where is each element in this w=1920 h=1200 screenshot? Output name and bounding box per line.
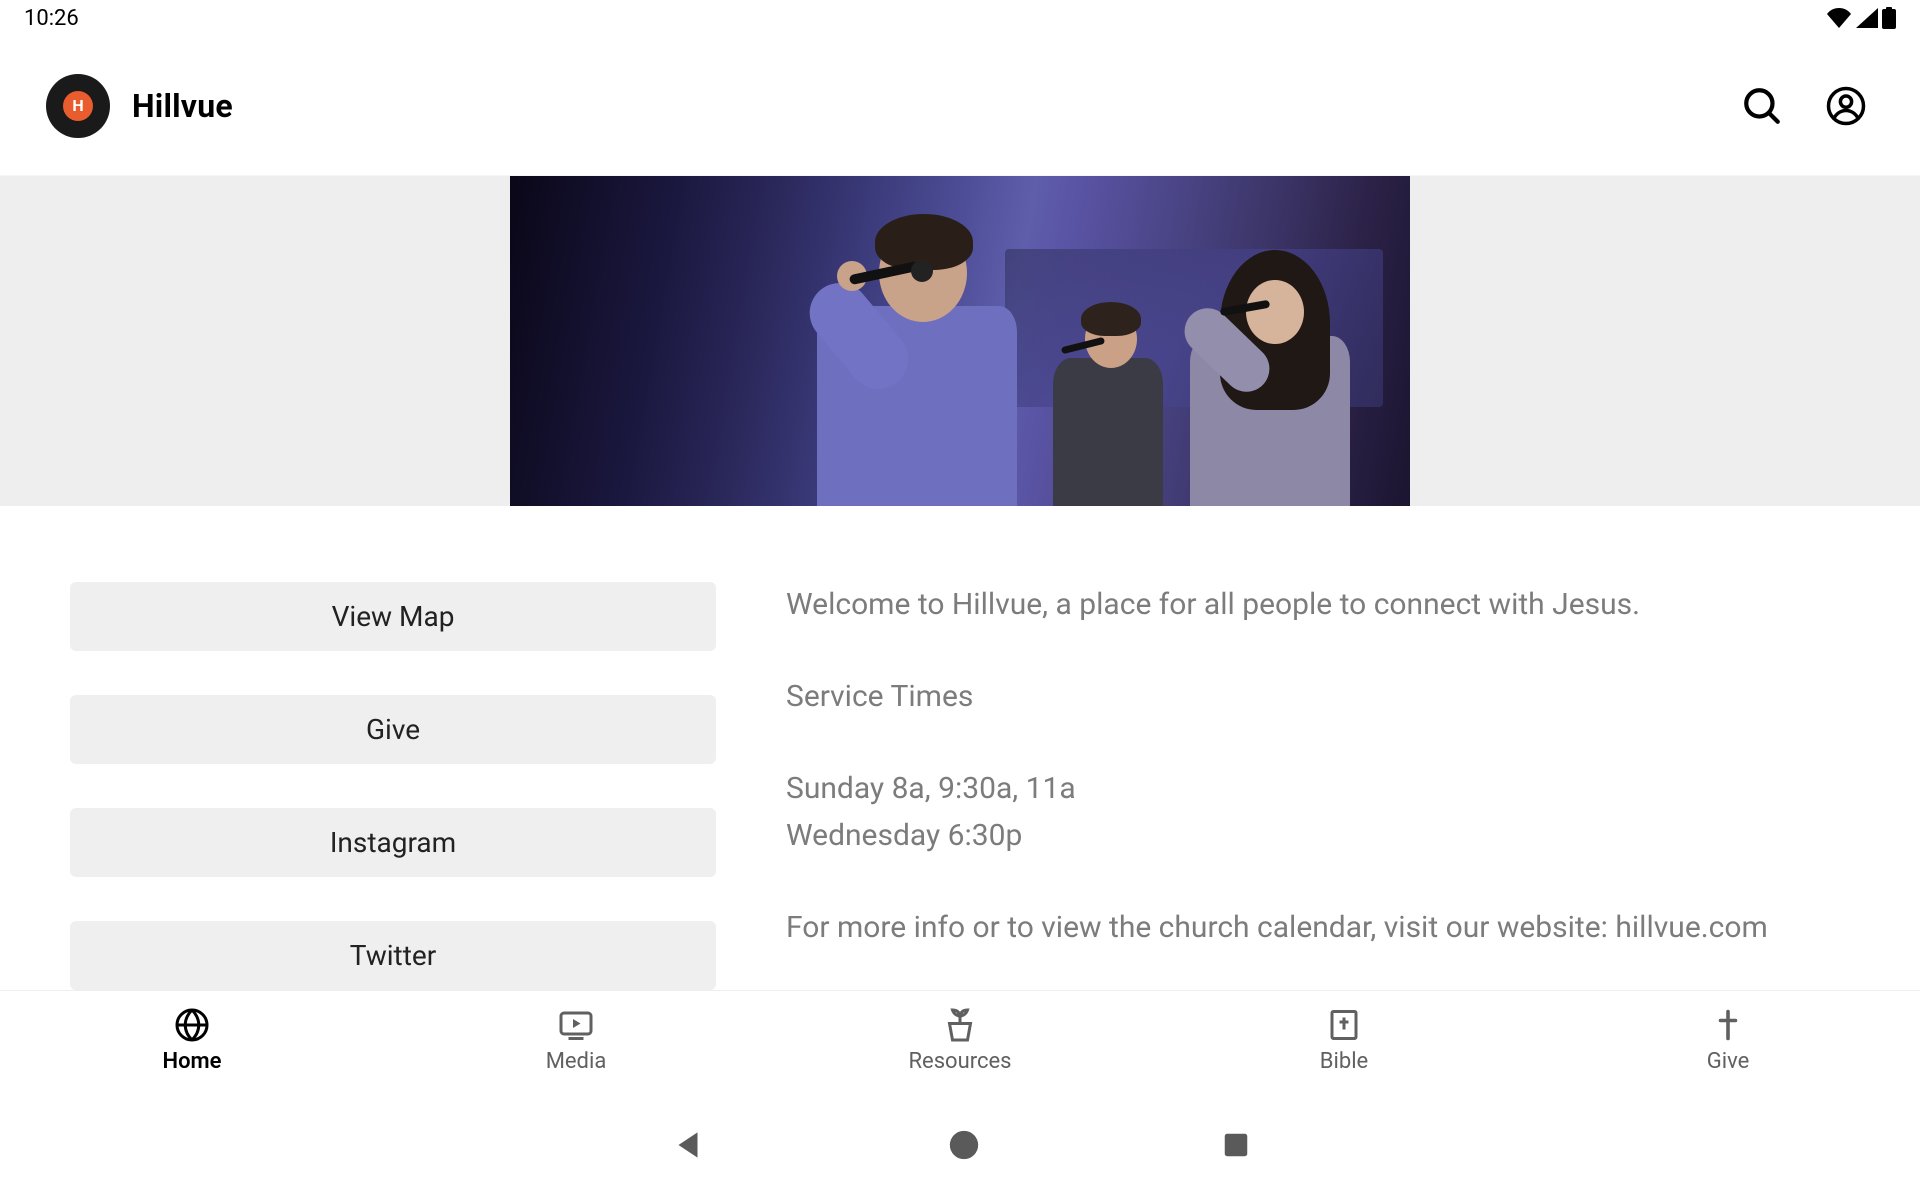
search-icon	[1741, 85, 1783, 127]
more-info-text: For more info or to view the church cale…	[786, 905, 1850, 951]
globe-icon	[174, 1007, 210, 1043]
nav-media[interactable]: Media	[384, 991, 768, 1090]
bible-icon	[1326, 1007, 1362, 1043]
service-times-heading: Service Times	[786, 674, 1850, 720]
hero-image	[510, 176, 1410, 506]
hero-section	[0, 176, 1920, 506]
nav-give[interactable]: Give	[1536, 991, 1920, 1090]
nav-give-label: Give	[1707, 1049, 1750, 1074]
app-title: Hillvue	[132, 87, 233, 125]
profile-button[interactable]	[1818, 78, 1874, 134]
app-logo[interactable]: H	[46, 74, 110, 138]
tv-play-icon	[558, 1007, 594, 1043]
content-area: View Map Give Instagram Twitter Welcome …	[0, 506, 1920, 990]
wifi-icon	[1826, 8, 1852, 28]
nav-resources-label: Resources	[908, 1049, 1011, 1074]
system-back-button[interactable]	[669, 1126, 707, 1164]
battery-icon	[1882, 7, 1896, 29]
status-time: 10:26	[24, 6, 79, 31]
nav-bible[interactable]: Bible	[1152, 991, 1536, 1090]
triangle-back-icon	[669, 1126, 707, 1164]
info-column: Welcome to Hillvue, a place for all peop…	[786, 582, 1850, 990]
system-home-button[interactable]	[947, 1128, 981, 1162]
system-nav-bar	[0, 1090, 1920, 1200]
action-buttons-column: View Map Give Instagram Twitter	[70, 582, 716, 990]
app-bar: H Hillvue	[0, 36, 1920, 176]
system-recents-button[interactable]	[1221, 1130, 1251, 1160]
status-bar: 10:26	[0, 0, 1920, 36]
account-circle-icon	[1825, 85, 1867, 127]
circle-home-icon	[947, 1128, 981, 1162]
give-button[interactable]: Give	[70, 695, 716, 764]
instagram-button[interactable]: Instagram	[70, 808, 716, 877]
nav-media-label: Media	[546, 1049, 607, 1074]
app-logo-badge: H	[63, 91, 93, 121]
twitter-button[interactable]: Twitter	[70, 921, 716, 990]
view-map-button[interactable]: View Map	[70, 582, 716, 651]
nav-home-label: Home	[163, 1049, 222, 1074]
status-icons	[1826, 7, 1896, 29]
cellular-icon	[1856, 8, 1878, 28]
search-button[interactable]	[1734, 78, 1790, 134]
sunday-times: Sunday 8a, 9:30a, 11a	[786, 766, 1850, 812]
welcome-text: Welcome to Hillvue, a place for all peop…	[786, 582, 1850, 628]
nav-bible-label: Bible	[1320, 1049, 1368, 1074]
plant-icon	[942, 1007, 978, 1043]
nav-resources[interactable]: Resources	[768, 991, 1152, 1090]
bottom-nav: Home Media Resources Bible Give	[0, 990, 1920, 1090]
nav-home[interactable]: Home	[0, 991, 384, 1090]
square-recents-icon	[1221, 1130, 1251, 1160]
wednesday-times: Wednesday 6:30p	[786, 813, 1850, 859]
cross-icon	[1710, 1007, 1746, 1043]
